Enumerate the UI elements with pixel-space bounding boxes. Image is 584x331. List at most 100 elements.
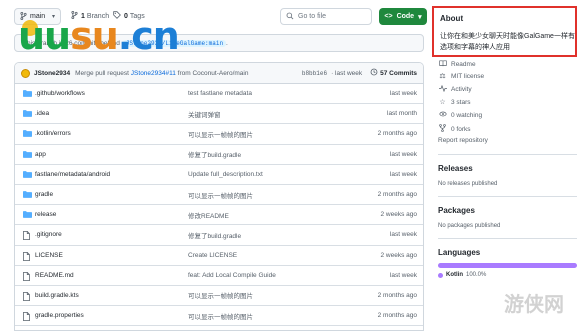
file-list: JStone2934 Merge pull request JStone2934… [14,62,424,331]
packages-title[interactable]: Packages [438,206,475,215]
file-name-link[interactable]: release [35,211,56,218]
language-kotlin[interactable]: Kotlin 100.0% [438,272,486,278]
languages-title: Languages [438,248,481,257]
stars-link[interactable]: ☆ 3 stars [438,98,470,107]
about-title: About [440,14,464,23]
file-icon [23,231,30,242]
releases-title[interactable]: Releases [438,164,473,173]
file-commit-message[interactable]: test fastlane metadata [188,90,252,97]
file-name-link[interactable]: fastlane/metadata/android [35,171,110,178]
commit-time: · last week [331,69,363,77]
table-row[interactable]: build.gradle.kts 可以显示一帧帧的图片 2 months ago [15,286,423,307]
file-commit-message[interactable]: 可以显示一帧帧的图片 [188,311,253,321]
scale-icon: ⚖ [439,73,446,80]
table-row[interactable]: gradle 可以显示一帧帧的图片 2 months ago [15,185,423,206]
license-link[interactable]: ⚖ MIT license [438,72,485,81]
language-percent: 100.0% [466,272,487,278]
watermark-uusu: uusu.cn [18,14,180,58]
commits-count-label: 57 Commits [380,69,417,77]
file-commit-date: 2 months ago [377,191,417,199]
file-name-link[interactable]: gradle.properties [35,312,84,319]
watching-link[interactable]: 0 watching [438,111,482,119]
forks-link[interactable]: 0 forks [438,124,471,134]
commit-author[interactable]: JStone2934 [34,70,70,77]
table-row[interactable]: LICENSE Create LICENSE 2 weeks ago [15,246,423,266]
pulse-icon [438,84,447,94]
table-row[interactable]: gradlew可以显示一帧帧的图片2 months ago [15,326,423,330]
file-commit-message[interactable]: Update full_description.txt [188,171,263,178]
table-row[interactable]: gradle.properties 可以显示一帧帧的图片 2 months ago [15,306,423,327]
folder-icon [23,211,32,220]
language-name: Kotlin [446,272,463,278]
activity-link[interactable]: Activity [438,84,472,94]
file-name-link[interactable]: build.gradle.kts [35,292,79,299]
file-name-link[interactable]: gradle [35,191,53,198]
file-rows: .github/workflows test fastlane metadata l… [15,84,423,330]
packages-empty: No packages published [438,223,501,229]
file-commit-message[interactable]: 修复了build.gradle [188,230,241,240]
forks-label: 0 forks [451,125,471,133]
report-label: Report repository [438,137,488,144]
search-icon [286,12,294,22]
file-name-link[interactable]: .idea [35,110,49,117]
chevron-down-icon: ▾ [418,13,422,21]
file-name-link[interactable]: .gitignore [35,231,62,238]
divider [438,154,577,155]
table-row[interactable]: .github/workflows test fastlane metadata l… [15,84,423,105]
code-icon: <> [384,13,393,20]
file-commit-message[interactable]: 可以显示一帧帧的图片 [188,129,253,139]
commits-count-link[interactable]: 57 Commits [370,68,417,78]
table-row[interactable]: README.md feat: Add Local Compile Guide la… [15,266,423,286]
commit-pr-link[interactable]: JStone2934#11 [131,70,176,77]
file-commit-date: 2 weeks ago [380,211,418,219]
file-commit-message[interactable]: 修改README [188,210,229,220]
readme-link[interactable]: Readme [438,60,476,69]
file-name-link[interactable]: app [35,151,46,158]
table-row[interactable]: app 修复了build.gradle last week [15,145,423,165]
folder-icon [23,130,32,139]
code-button[interactable]: <> Code ▾ [379,8,427,25]
file-commit-date: last week [389,271,417,279]
avatar[interactable] [21,68,30,78]
file-commit-message[interactable]: 关键词弹窗 [188,109,221,119]
go-to-file-placeholder: Go to file [298,13,327,20]
divider [438,196,577,197]
table-row[interactable]: release 修改README 2 weeks ago [15,205,423,226]
commit-message-prefix: Merge pull request [75,69,129,77]
file-commit-message[interactable]: feat: Add Local Compile Guide [188,272,276,279]
folder-icon [23,110,32,119]
releases-empty: No releases published [438,181,498,187]
code-label: Code [396,13,415,20]
table-row[interactable]: .gitignore 修复了build.gradle last week [15,225,423,246]
commit-message[interactable]: Merge pull request JStone2934#11 from Co… [75,70,248,77]
divider [438,238,577,239]
commit-sha[interactable]: b8bb1e6 [302,70,327,77]
license-label: MIT license [451,72,485,80]
about-highlight-box: About 让你在和美少女聊天时能像GalGame一样有选项和字幕的神人应用 [432,6,577,57]
book-icon [438,60,447,69]
report-repository-link[interactable]: Report repository [438,137,488,144]
table-row[interactable]: .kotlin/errors 可以显示一帧帧的图片 2 months ago [15,124,423,145]
go-to-file-input[interactable]: Go to file [280,8,372,25]
file-icon [23,271,30,283]
file-commit-message[interactable]: 可以显示一帧帧的图片 [188,190,253,200]
file-commit-date: 2 weeks ago [380,251,418,259]
file-commit-message[interactable]: 修复了build.gradle [188,149,241,159]
file-name-link[interactable]: .github/workflows [35,90,85,97]
file-commit-message[interactable]: Create LICENSE [188,252,237,259]
fork-icon [438,124,447,134]
folder-icon [23,90,32,99]
eye-icon [438,111,447,119]
file-name-link[interactable]: README.md [35,272,74,279]
file-icon [23,251,30,263]
file-name-link[interactable]: LICENSE [35,252,63,259]
file-name-link[interactable]: .kotlin/errors [35,130,71,137]
file-icon [23,291,30,303]
latest-commit-bar: JStone2934 Merge pull request JStone2934… [15,63,423,84]
table-row[interactable]: .idea 关键词弹窗 last month [15,104,423,125]
watermark-part3: .cn [117,14,180,58]
watermark-corner: 游侠网 [504,292,564,316]
folder-icon [23,191,32,200]
file-commit-message[interactable]: 可以显示一帧帧的图片 [188,290,253,300]
table-row[interactable]: fastlane/metadata/android Update full_des… [15,165,423,185]
